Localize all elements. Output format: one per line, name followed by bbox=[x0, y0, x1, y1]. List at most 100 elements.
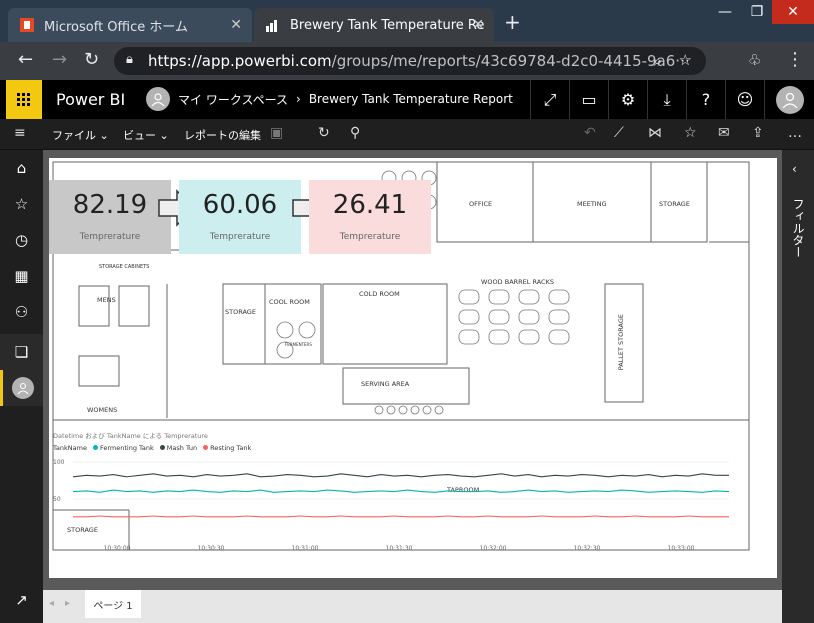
pin-icon[interactable]: ⚲ bbox=[350, 125, 360, 141]
room-label: FERMENTERS bbox=[285, 342, 312, 347]
next-page-icon[interactable]: ▸ bbox=[65, 598, 70, 609]
expand-arrow-icon[interactable]: ↗ bbox=[0, 582, 43, 618]
y-tick-label: 100 bbox=[53, 459, 65, 466]
room-label: STORAGE bbox=[659, 200, 690, 208]
room-label: STORAGE bbox=[225, 308, 256, 316]
reload-icon[interactable]: ↻ bbox=[84, 51, 99, 69]
zoom-icon[interactable]: ⌕ bbox=[654, 52, 662, 70]
favorites-star-icon[interactable]: ☆ bbox=[0, 186, 43, 222]
temperature-card-fermenting[interactable]: 60.06 Temprerature bbox=[179, 180, 301, 254]
export-icon[interactable]: ⇪ bbox=[752, 125, 764, 141]
x-tick-label: 10:32:30 bbox=[574, 545, 601, 552]
x-tick-label: 10:30:30 bbox=[198, 545, 225, 552]
workspaces-icon[interactable]: ❏ bbox=[0, 334, 43, 370]
new-tab-icon[interactable]: + bbox=[504, 12, 521, 32]
card-label: Temprerature bbox=[339, 232, 401, 242]
hamburger-icon[interactable]: ≡ bbox=[14, 125, 26, 141]
chart-plot: 100 50 10:30:00 10:30:30 10:31:00 10:31:30 10:… bbox=[53, 459, 730, 552]
legend-dot bbox=[159, 445, 165, 450]
shared-people-icon[interactable]: ⚇ bbox=[0, 294, 43, 330]
forward-icon[interactable]: → bbox=[52, 51, 67, 69]
app-launcher-icon[interactable] bbox=[6, 80, 42, 119]
line-chart[interactable]: Datetime および TankName による Temprerature T… bbox=[53, 430, 733, 552]
home-icon[interactable]: ⌂ bbox=[0, 150, 43, 186]
legend-item[interactable]: Mash Tun bbox=[159, 444, 197, 452]
workspace-avatar-icon bbox=[12, 377, 34, 399]
edit-report-button[interactable]: レポートの編集 bbox=[184, 127, 261, 143]
room-label: OFFICE bbox=[469, 200, 493, 208]
close-icon[interactable]: ✕ bbox=[230, 17, 242, 33]
fullscreen-icon[interactable]: ⤢ bbox=[530, 80, 569, 119]
temperature-card-mash-tun[interactable]: 82.19 Temprerature bbox=[49, 180, 171, 254]
room-label: WOOD BARREL RACKS bbox=[481, 278, 554, 286]
nav-rail: ⌂ ☆ ◷ ▦ ⚇ ❏ ↗ bbox=[0, 150, 43, 623]
page-tab[interactable]: ページ 1 bbox=[85, 590, 141, 618]
legend-dot bbox=[92, 445, 98, 450]
chevron-left-icon[interactable]: ‹ bbox=[792, 162, 797, 176]
temperature-card-resting[interactable]: 26.41 Temprerature bbox=[309, 180, 431, 254]
series-line[interactable] bbox=[73, 515, 729, 518]
subscribe-icon[interactable]: ▣ bbox=[270, 125, 283, 141]
url-field[interactable]: 🔒︎ https://app.powerbi.com/groups/me/rep… bbox=[114, 47, 706, 75]
room-label: STORAGE CABINETS bbox=[99, 264, 150, 270]
chevron-right-icon: › bbox=[296, 92, 301, 106]
user-icon bbox=[775, 85, 804, 114]
card-label: Temprerature bbox=[79, 232, 141, 242]
card-value: 26.41 bbox=[332, 190, 408, 220]
filter-pane[interactable]: ‹ フィルター bbox=[782, 150, 814, 623]
share-icon[interactable]: ⋈ bbox=[648, 125, 662, 141]
tab-brewery-report[interactable]: Brewery Tank Temperature Re ✕ bbox=[254, 8, 494, 42]
menu-dots-icon[interactable]: ⋮ bbox=[786, 51, 804, 69]
office-icon bbox=[20, 18, 34, 36]
feedback-smiley-icon[interactable]: ☺ bbox=[725, 80, 764, 119]
undo-icon[interactable]: ↶ bbox=[584, 125, 596, 141]
analyze-chart-icon[interactable]: ⟋ bbox=[614, 125, 624, 141]
browser-window: Microsoft Office ホーム ✕ Brewery Tank Temp… bbox=[0, 0, 814, 623]
legend-label: Resting Tank bbox=[210, 444, 252, 452]
bookmark-star-icon[interactable]: ☆ bbox=[679, 51, 692, 69]
breadcrumb-workspace[interactable]: マイ ワークスペース bbox=[178, 91, 288, 108]
favorite-star-icon[interactable]: ☆ bbox=[684, 125, 697, 141]
prev-page-icon[interactable]: ◂ bbox=[49, 598, 54, 609]
tab-office-home[interactable]: Microsoft Office ホーム ✕ bbox=[8, 8, 252, 42]
apps-icon[interactable]: ▦ bbox=[0, 258, 43, 294]
room-label: COOL ROOM bbox=[269, 298, 310, 306]
legend-item[interactable]: Fermenting Tank bbox=[92, 444, 154, 452]
help-icon[interactable]: ? bbox=[686, 80, 725, 119]
room-label: SERVING AREA bbox=[361, 380, 410, 388]
legend-dot bbox=[203, 445, 209, 450]
user-avatar[interactable] bbox=[764, 80, 814, 119]
tab-label: Microsoft Office ホーム bbox=[44, 19, 188, 35]
room-label: MENS bbox=[97, 296, 116, 304]
window-close-icon[interactable]: ✕ bbox=[772, 0, 814, 24]
mail-icon[interactable]: ✉ bbox=[718, 125, 730, 141]
maximize-icon[interactable]: ❐ bbox=[742, 0, 772, 24]
minimize-icon[interactable]: — bbox=[708, 0, 742, 24]
settings-icon[interactable]: ⚙ bbox=[608, 80, 647, 119]
close-icon[interactable]: ✕ bbox=[472, 17, 484, 33]
legend-item[interactable]: Resting Tank bbox=[203, 444, 251, 452]
url-path: /groups/me/reports/43c69784-d2c0-4415-9a… bbox=[331, 52, 690, 70]
x-tick-label: 10:33:00 bbox=[668, 545, 695, 552]
comment-icon[interactable]: ▭ bbox=[569, 80, 608, 119]
room-label: PALLET STORAGE bbox=[617, 314, 625, 371]
card-value: 82.19 bbox=[72, 190, 148, 220]
my-workspace-icon[interactable] bbox=[0, 370, 43, 406]
series-line[interactable] bbox=[72, 489, 730, 493]
series-line[interactable] bbox=[72, 473, 729, 478]
view-menu[interactable]: ビュー ⌄ bbox=[123, 127, 169, 143]
recent-clock-icon[interactable]: ◷ bbox=[0, 222, 43, 258]
more-options-icon[interactable]: … bbox=[788, 125, 802, 141]
workspace-avatar-icon bbox=[146, 87, 170, 111]
room-label: MEETING bbox=[577, 200, 607, 208]
powerbi-header: Power BI マイ ワークスペース › Brewery Tank Tempe… bbox=[0, 80, 814, 119]
download-icon[interactable]: ⤓ bbox=[647, 80, 686, 119]
refresh-icon[interactable]: ↻ bbox=[318, 125, 330, 141]
tab-strip: Microsoft Office ホーム ✕ Brewery Tank Temp… bbox=[0, 0, 814, 42]
extension-icon[interactable]: ♧ bbox=[748, 51, 761, 69]
app-title[interactable]: Power BI bbox=[56, 90, 125, 109]
legend-label: Fermenting Tank bbox=[99, 444, 154, 452]
report-page: OFFICE MEETING STORAGE WOOD BARREL RACKS… bbox=[49, 158, 777, 578]
file-menu[interactable]: ファイル ⌄ bbox=[52, 127, 109, 143]
back-icon[interactable]: ← bbox=[18, 51, 33, 69]
